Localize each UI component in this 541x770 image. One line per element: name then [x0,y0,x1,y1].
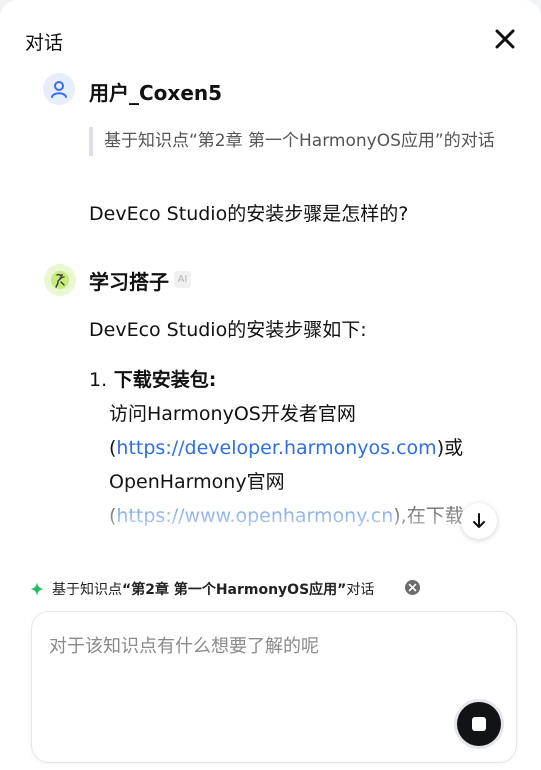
stop-icon [472,717,486,731]
close-button[interactable] [491,25,519,53]
arrow-down-icon [473,513,485,528]
ai-badge: AI [174,271,191,288]
message-input[interactable] [47,630,451,694]
close-icon [495,29,515,49]
context-quote: 基于知识点“第2章 第一个HarmonyOS应用”的对话 [89,127,524,156]
clear-context-button[interactable] [405,580,420,595]
user-question: DevEco Studio的安装步骤是怎样的? [89,203,409,225]
context-bar: 基于知识点 “第2章 第一个HarmonyOS应用” 对话 [30,578,374,600]
developer-site-link[interactable]: https://developer.harmonyos.com [116,437,436,459]
scroll-to-bottom-button[interactable] [461,503,497,539]
step-content: 访问HarmonyOS开发者官网(https://developer.harmo… [109,403,464,527]
stop-button[interactable] [457,702,501,746]
ai-intro: DevEco Studio的安装步骤如下: [89,319,367,341]
ai-name: 学习搭子 [89,270,169,294]
openharmony-site-link[interactable]: https://www.openharmony.cn [116,505,393,527]
context-topic: “第2章 第一个HarmonyOS应用” [122,582,347,598]
user-avatar [43,73,75,105]
context-suffix: 对话 [346,582,375,598]
user-name: 用户_Coxen5 [89,81,223,105]
study-buddy-avatar-icon [51,271,69,289]
context-prefix: 基于知识点 [52,582,122,598]
list-item: 1. 下载安装包: 访问HarmonyOS开发者官网(https://devel… [89,363,489,533]
clear-icon [408,583,417,592]
step-title: 1. 下载安装包: [89,369,217,391]
chat-panel: 对话 用户_Coxen5 基于知识点“第2章 第一个HarmonyOS应用”的对… [0,0,541,770]
sparkle-icon [30,582,44,596]
ai-avatar [44,264,76,296]
ai-response: DevEco Studio的安装步骤如下: 1. 下载安装包: 访问Harmon… [89,313,489,533]
message-composer [31,611,517,763]
page-title: 对话 [25,32,64,54]
user-icon [51,81,67,98]
